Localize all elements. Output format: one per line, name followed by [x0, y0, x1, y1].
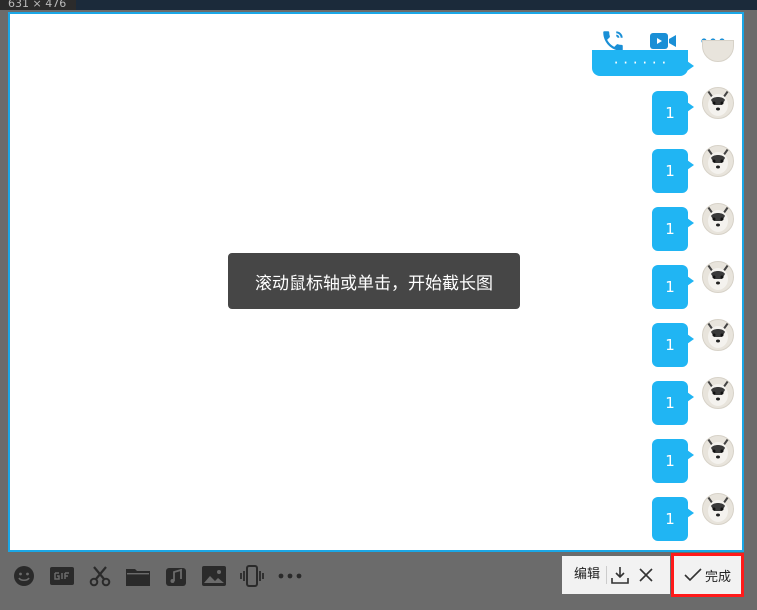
image-icon[interactable] [200, 562, 228, 590]
edit-button[interactable]: 编辑 [568, 566, 608, 584]
avatar[interactable] [702, 435, 734, 467]
long-screenshot-hint-toast: 滚动鼠标轴或单击，开始截长图 [228, 253, 520, 309]
more-icon[interactable] [276, 562, 304, 590]
download-icon[interactable] [607, 562, 633, 588]
gif-icon[interactable] [48, 562, 76, 590]
avatar[interactable] [702, 261, 734, 293]
folder-icon[interactable] [124, 562, 152, 590]
scissors-icon[interactable] [86, 562, 114, 590]
message-bubble[interactable]: 1 [652, 149, 694, 193]
message-bubble[interactable]: 1 [652, 439, 694, 483]
message-bubble[interactable]: 1 [652, 323, 694, 367]
top-bar [0, 0, 757, 10]
avatar[interactable] [702, 493, 734, 525]
shake-icon[interactable] [238, 562, 266, 590]
avatar[interactable] [702, 203, 734, 235]
avatar[interactable] [702, 87, 734, 119]
chat-toolbar [10, 562, 304, 590]
screenshot-actions: 编辑 [562, 556, 670, 594]
avatar[interactable] [702, 145, 734, 177]
capture-area[interactable]: · · · · · · 1 1 1 1 1 1 1 1 滚动鼠标轴或单击，开始截长图 [8, 12, 744, 552]
emoji-icon[interactable] [10, 562, 38, 590]
music-icon[interactable] [162, 562, 190, 590]
close-icon[interactable] [633, 562, 659, 588]
partial-message-bubble: · · · · · · [592, 50, 694, 76]
checkmark-icon [684, 568, 702, 582]
avatar[interactable] [702, 377, 734, 409]
message-bubble[interactable]: 1 [652, 265, 694, 309]
message-bubble[interactable]: 1 [652, 381, 694, 425]
done-button[interactable]: 完成 [671, 553, 744, 597]
done-label: 完成 [704, 569, 731, 585]
avatar[interactable] [702, 319, 734, 351]
bottom-edge [0, 598, 757, 610]
message-bubble[interactable]: 1 [652, 91, 694, 135]
avatar [702, 40, 734, 62]
message-bubble[interactable]: 1 [652, 207, 694, 251]
capture-size-label: 631 × 476 [0, 0, 76, 10]
message-bubble[interactable]: 1 [652, 497, 694, 541]
right-edge [744, 10, 757, 610]
